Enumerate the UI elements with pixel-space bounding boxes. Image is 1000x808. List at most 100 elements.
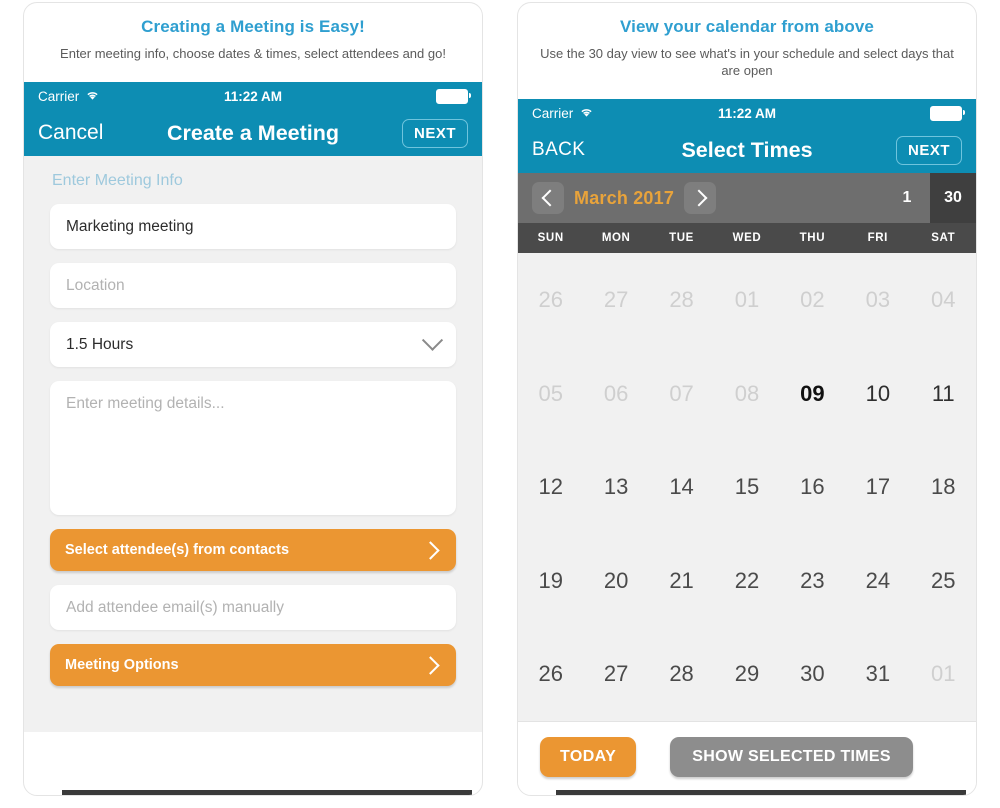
day-header-sat: SAT xyxy=(931,232,956,245)
day-header-tue: TUE xyxy=(669,232,694,245)
screenshot-stage: Creating a Meeting is Easy! Enter meetin… xyxy=(0,0,1000,808)
calendar-day-cell: 01 xyxy=(734,287,760,313)
calendar-day-cell[interactable]: 17 xyxy=(845,474,910,500)
right-promo: View your calendar from above Use the 30… xyxy=(518,3,976,87)
meeting-options-button[interactable]: Meeting Options xyxy=(50,644,456,687)
left-status-carrier-group: Carrier xyxy=(38,89,100,104)
duration-value: 1.5 Hours xyxy=(66,335,134,353)
calendar-day-cell[interactable]: 21 xyxy=(649,568,714,594)
chevron-right-icon xyxy=(690,189,708,207)
location-placeholder: Location xyxy=(66,276,125,294)
right-phone-screen: Carrier 11:22 AM BACK Select Times NEXT … xyxy=(518,99,976,792)
calendar-day-cell[interactable]: 24 xyxy=(845,568,910,594)
calendar-day-cell[interactable]: 13 xyxy=(583,474,648,500)
right-next-button[interactable]: NEXT xyxy=(895,135,962,165)
calendar-day-cell[interactable]: 09 xyxy=(780,381,845,407)
view-tab-30-day[interactable]: 30 xyxy=(930,173,976,224)
right-status-carrier-group: Carrier xyxy=(532,106,594,121)
left-panel-card: Creating a Meeting is Easy! Enter meetin… xyxy=(23,2,483,796)
meeting-title-input[interactable]: Marketing meeting xyxy=(50,204,456,250)
attendee-email-input[interactable]: Add attendee email(s) manually xyxy=(50,585,456,631)
calendar-day-cell[interactable]: 31 xyxy=(845,661,910,687)
carrier-label: Carrier xyxy=(38,88,80,104)
right-status-right xyxy=(930,105,965,121)
calendar-day-cell: 01 xyxy=(931,661,956,687)
calendar-day-cell[interactable]: 26 xyxy=(518,661,583,687)
calendar-day-cell[interactable]: 19 xyxy=(518,568,583,594)
wifi-icon xyxy=(85,90,100,103)
calendar-day-cell[interactable]: 14 xyxy=(649,474,714,500)
day-header-mon: MON xyxy=(601,232,631,245)
battery-icon xyxy=(930,105,965,121)
calendar-day-cell[interactable]: 30 xyxy=(780,661,845,687)
chevron-right-icon xyxy=(421,655,440,675)
calendar-footer: TODAY SHOW SELECTED TIMES xyxy=(518,721,976,792)
calendar-view-tabs: 1 30 xyxy=(884,173,976,224)
left-status-right xyxy=(436,88,471,104)
calendar-day-cell[interactable]: 27 xyxy=(583,661,648,687)
left-status-bar: Carrier 11:22 AM xyxy=(24,82,482,111)
left-next-button[interactable]: NEXT xyxy=(401,118,468,148)
calendar-day-cell[interactable]: 25 xyxy=(911,568,976,594)
calendar-toolbar: March 2017 1 30 xyxy=(518,173,976,224)
next-month-button[interactable] xyxy=(684,182,717,215)
day-header-wed: WED xyxy=(732,232,762,245)
day-header-fri: FRI xyxy=(867,232,888,245)
chevron-down-icon xyxy=(421,329,444,352)
left-card-base-bar xyxy=(62,790,472,795)
right-promo-title: View your calendar from above xyxy=(620,17,874,36)
calendar-day-cell[interactable]: 29 xyxy=(714,661,779,687)
select-attendees-button[interactable]: Select attendee(s) from contacts xyxy=(50,529,456,572)
right-promo-subtitle: Use the 30 day view to see what's in you… xyxy=(540,46,954,79)
calendar-day-cell[interactable]: 11 xyxy=(911,381,976,407)
calendar-grid: 26 27 28 01 02 03 04 05 06 07 08 09 10 11 12 13 14 15 16 17… xyxy=(518,253,976,722)
calendar-day-cell[interactable]: 16 xyxy=(780,474,845,500)
right-nav-bar: BACK Select Times NEXT xyxy=(518,127,976,174)
calendar-day-cell[interactable]: 10 xyxy=(845,381,910,407)
meeting-title-value: Marketing meeting xyxy=(66,217,194,235)
right-panel-card: View your calendar from above Use the 30… xyxy=(517,2,977,796)
calendar-day-cell: 05 xyxy=(538,380,563,406)
meeting-form: Enter Meeting Info Marketing meeting Loc… xyxy=(24,156,482,733)
meeting-details-placeholder: Enter meeting details... xyxy=(66,395,225,413)
calendar-day-cell[interactable]: 15 xyxy=(714,474,779,500)
calendar-month-nav: March 2017 xyxy=(518,182,717,215)
calendar-week-row: 12 13 14 15 16 17 18 xyxy=(518,441,976,535)
day-header-thu: THU xyxy=(799,232,826,245)
calendar-day-cell: 28 xyxy=(669,287,694,313)
calendar-day-cell[interactable]: 23 xyxy=(780,568,845,594)
meeting-details-textarea[interactable]: Enter meeting details... xyxy=(50,381,456,516)
location-input[interactable]: Location xyxy=(50,263,456,309)
left-nav-bar: Cancel Create a Meeting NEXT xyxy=(24,110,482,157)
battery-icon xyxy=(436,88,471,104)
calendar-day-cell[interactable]: 28 xyxy=(649,661,714,687)
calendar-day-cell: 06 xyxy=(603,380,629,406)
calendar-day-cell[interactable]: 20 xyxy=(583,568,648,594)
cancel-button[interactable]: Cancel xyxy=(38,121,103,145)
wifi-icon xyxy=(579,107,594,120)
chevron-left-icon xyxy=(541,189,558,207)
calendar-day-cell: 07 xyxy=(669,380,694,406)
calendar-day-cell[interactable]: 18 xyxy=(911,474,976,500)
left-promo-title: Creating a Meeting is Easy! xyxy=(141,17,365,36)
view-tab-1-day[interactable]: 1 xyxy=(884,173,930,223)
today-button[interactable]: TODAY xyxy=(540,736,637,777)
back-button[interactable]: BACK xyxy=(532,139,585,161)
attendee-email-placeholder: Add attendee email(s) manually xyxy=(66,598,284,616)
calendar-day-cell: 03 xyxy=(865,287,891,313)
calendar-month-label: March 2017 xyxy=(574,187,675,208)
calendar-week-row: 19 20 21 22 23 24 25 xyxy=(518,534,976,628)
calendar-week-row: 05 06 07 08 09 10 11 xyxy=(518,347,976,441)
prev-month-button[interactable] xyxy=(532,182,564,215)
calendar-week-row: 26 27 28 29 30 31 01 xyxy=(518,628,976,722)
left-phone-screen: Carrier 11:22 AM Cancel Create a Meeting… xyxy=(24,82,482,733)
show-selected-times-button[interactable]: SHOW SELECTED TIMES xyxy=(670,736,913,777)
carrier-label: Carrier xyxy=(532,105,574,121)
duration-select[interactable]: 1.5 Hours xyxy=(50,322,456,368)
calendar-day-cell[interactable]: 22 xyxy=(714,568,779,594)
calendar-day-cell[interactable]: 12 xyxy=(518,474,583,500)
calendar-day-cell: 08 xyxy=(734,380,760,406)
calendar-day-cell: 27 xyxy=(603,287,629,313)
calendar-day-cell: 02 xyxy=(800,287,825,313)
calendar-day-cell: 04 xyxy=(931,287,956,313)
